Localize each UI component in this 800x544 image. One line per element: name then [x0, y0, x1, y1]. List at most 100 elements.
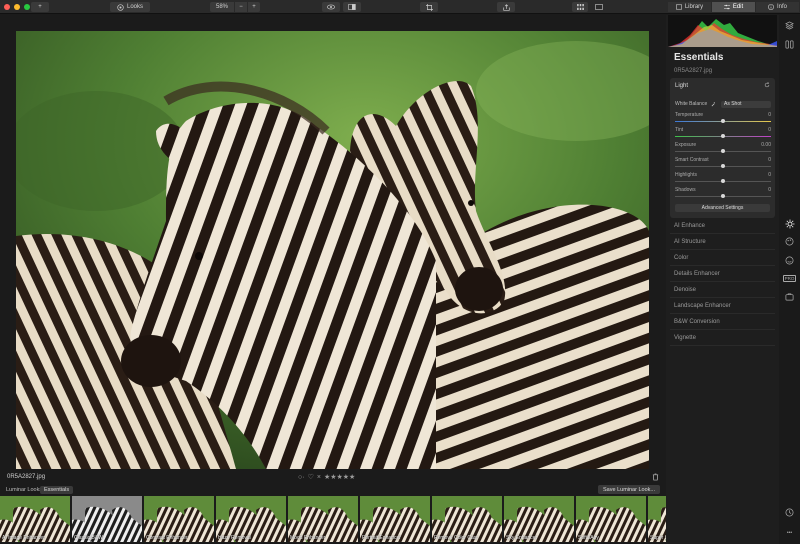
slider-exposure[interactable]: Exposure 0.00 — [675, 142, 771, 156]
tool-ai-structure[interactable]: AI Structure — [670, 235, 775, 250]
slider-knob[interactable] — [721, 194, 725, 198]
slider-shadows[interactable]: Shadows 0 — [675, 187, 771, 201]
looks-button[interactable]: Looks — [110, 2, 150, 12]
zoom-value-dropdown[interactable]: 58% — [210, 2, 234, 12]
slider-value[interactable]: 0 — [768, 187, 771, 193]
slider-value[interactable]: 0 — [768, 157, 771, 163]
slider-name: Exposure — [675, 142, 697, 148]
sliders-icon — [723, 4, 730, 10]
tool-label: Details Enhancer — [674, 271, 720, 277]
compare-button[interactable] — [343, 2, 361, 12]
reset-icon[interactable] — [764, 82, 770, 88]
save-look-button[interactable]: Save Luminar Look... — [598, 485, 660, 494]
minimize-window-button[interactable] — [14, 3, 20, 10]
tab-library[interactable]: Library — [668, 2, 711, 12]
look-thumbnail[interactable]: Sky Enhancer — [504, 496, 574, 542]
slider-value[interactable]: 0 — [768, 172, 771, 178]
image-viewer — [0, 15, 666, 470]
tool-category-rail: PRO ••• — [779, 15, 800, 544]
tool-b-w-conversion[interactable]: B&W Conversion — [670, 315, 775, 330]
slider-name: Highlights — [675, 172, 697, 178]
white-balance-select[interactable]: As Shot — [721, 100, 771, 108]
compare-icon[interactable] — [784, 39, 795, 50]
zoom-control: 58% − + — [210, 2, 260, 12]
slider-smart-contrast[interactable]: Smart Contrast 0 — [675, 157, 771, 171]
slider-knob[interactable] — [721, 179, 725, 183]
slider-knob[interactable] — [721, 149, 725, 153]
look-thumbnail[interactable]: Haze Removal — [216, 496, 286, 542]
look-thumbnail[interactable]: Classic B&W — [72, 496, 142, 542]
look-thumbnail[interactable]: Soft&Airy — [576, 496, 646, 542]
white-balance-value: As Shot — [724, 101, 742, 107]
slider-value[interactable]: 0 — [768, 112, 771, 118]
zoom-out-button[interactable]: − — [235, 2, 247, 12]
zoom-window-button[interactable] — [24, 3, 30, 10]
tool-ai-enhance[interactable]: AI Enhance — [670, 219, 775, 234]
look-thumbnail-label: Soft&Airy — [578, 535, 599, 541]
advanced-settings-button[interactable]: Advanced Settings — [675, 204, 770, 212]
save-look-label: Save Luminar Look... — [603, 486, 655, 493]
look-thumbnail-label: AI Image Enhancer — [2, 535, 45, 541]
look-thumbnail[interactable]: Mood Enhancer — [288, 496, 358, 542]
star-rating[interactable]: ★★★★★ — [324, 473, 355, 481]
tab-info[interactable]: Info — [756, 2, 799, 12]
mode-tabs: Library Edit Info — [668, 2, 799, 12]
slider-tint[interactable]: Tint 0 — [675, 127, 771, 141]
tool-label: AI Enhance — [674, 223, 706, 229]
tool-landscape-enhancer[interactable]: Landscape Enhancer — [670, 299, 775, 314]
pro-icon[interactable]: PRO — [782, 273, 797, 284]
tool-vignette[interactable]: Vignette — [670, 331, 775, 346]
slider-knob[interactable] — [721, 164, 725, 168]
eyedropper-icon[interactable] — [711, 101, 716, 107]
palette-icon[interactable] — [784, 236, 795, 247]
grid-view-button[interactable] — [572, 2, 588, 12]
briefcase-icon[interactable] — [784, 291, 795, 302]
layers-icon[interactable] — [784, 20, 795, 31]
slider-highlights[interactable]: Highlights 0 — [675, 172, 771, 186]
tool-color[interactable]: Color — [670, 251, 775, 266]
tool-details-enhancer[interactable]: Details Enhancer — [670, 267, 775, 282]
white-balance-row: White Balance As Shot — [675, 100, 771, 108]
slider-value[interactable]: 0.00 — [761, 142, 771, 148]
slider-value[interactable]: 0 — [768, 127, 771, 133]
history-icon[interactable] — [784, 507, 795, 518]
panel-title: Essentials — [674, 52, 724, 63]
preview-toggle-button[interactable] — [322, 2, 340, 12]
tool-label: Landscape Enhancer — [674, 303, 731, 309]
looks-category-dropdown[interactable]: Essentials — [40, 486, 74, 494]
tool-denoise[interactable]: Denoise — [670, 283, 775, 298]
more-icon[interactable]: ••• — [784, 527, 795, 538]
look-thumbnail[interactable]: Remove Color Cast — [432, 496, 502, 542]
tool-label: Color — [674, 255, 689, 261]
reject-icon[interactable]: × — [317, 474, 321, 481]
look-thumbnail-label: Super S — [650, 535, 666, 541]
slider-name: Tint — [675, 127, 684, 133]
plus-icon: + — [252, 4, 256, 10]
plus-icon: + — [38, 4, 42, 10]
look-thumbnail[interactable]: Contrast Enhancer — [144, 496, 214, 542]
sun-icon[interactable] — [784, 218, 795, 229]
slider-knob[interactable] — [721, 119, 725, 123]
zoom-in-button[interactable]: + — [248, 2, 260, 12]
trash-icon[interactable] — [652, 473, 659, 481]
flag-icon[interactable]: ○· — [298, 474, 305, 481]
single-view-button[interactable] — [591, 2, 607, 12]
heart-icon[interactable]: ♡ — [308, 473, 314, 481]
more-label: ••• — [786, 529, 793, 536]
face-icon[interactable] — [784, 255, 795, 266]
add-image-button[interactable]: + — [31, 2, 49, 12]
light-header[interactable]: Light — [675, 83, 688, 89]
slider-temperature[interactable]: Temperature 0 — [675, 112, 771, 126]
main-photo[interactable] — [16, 31, 649, 469]
tab-edit[interactable]: Edit — [712, 2, 755, 12]
share-icon — [502, 3, 510, 11]
crop-button[interactable] — [420, 2, 438, 12]
look-thumbnail[interactable]: Portrait Enhancer — [360, 496, 430, 542]
slider-knob[interactable] — [721, 134, 725, 138]
look-thumbnail[interactable]: Super S — [648, 496, 666, 542]
looks-bar: Luminar Looks Essentials Save Luminar Lo… — [0, 485, 666, 495]
close-window-button[interactable] — [4, 3, 10, 10]
look-thumbnail[interactable]: AI Image Enhancer — [0, 496, 70, 542]
share-button[interactable] — [497, 2, 515, 12]
window-controls — [4, 3, 30, 10]
